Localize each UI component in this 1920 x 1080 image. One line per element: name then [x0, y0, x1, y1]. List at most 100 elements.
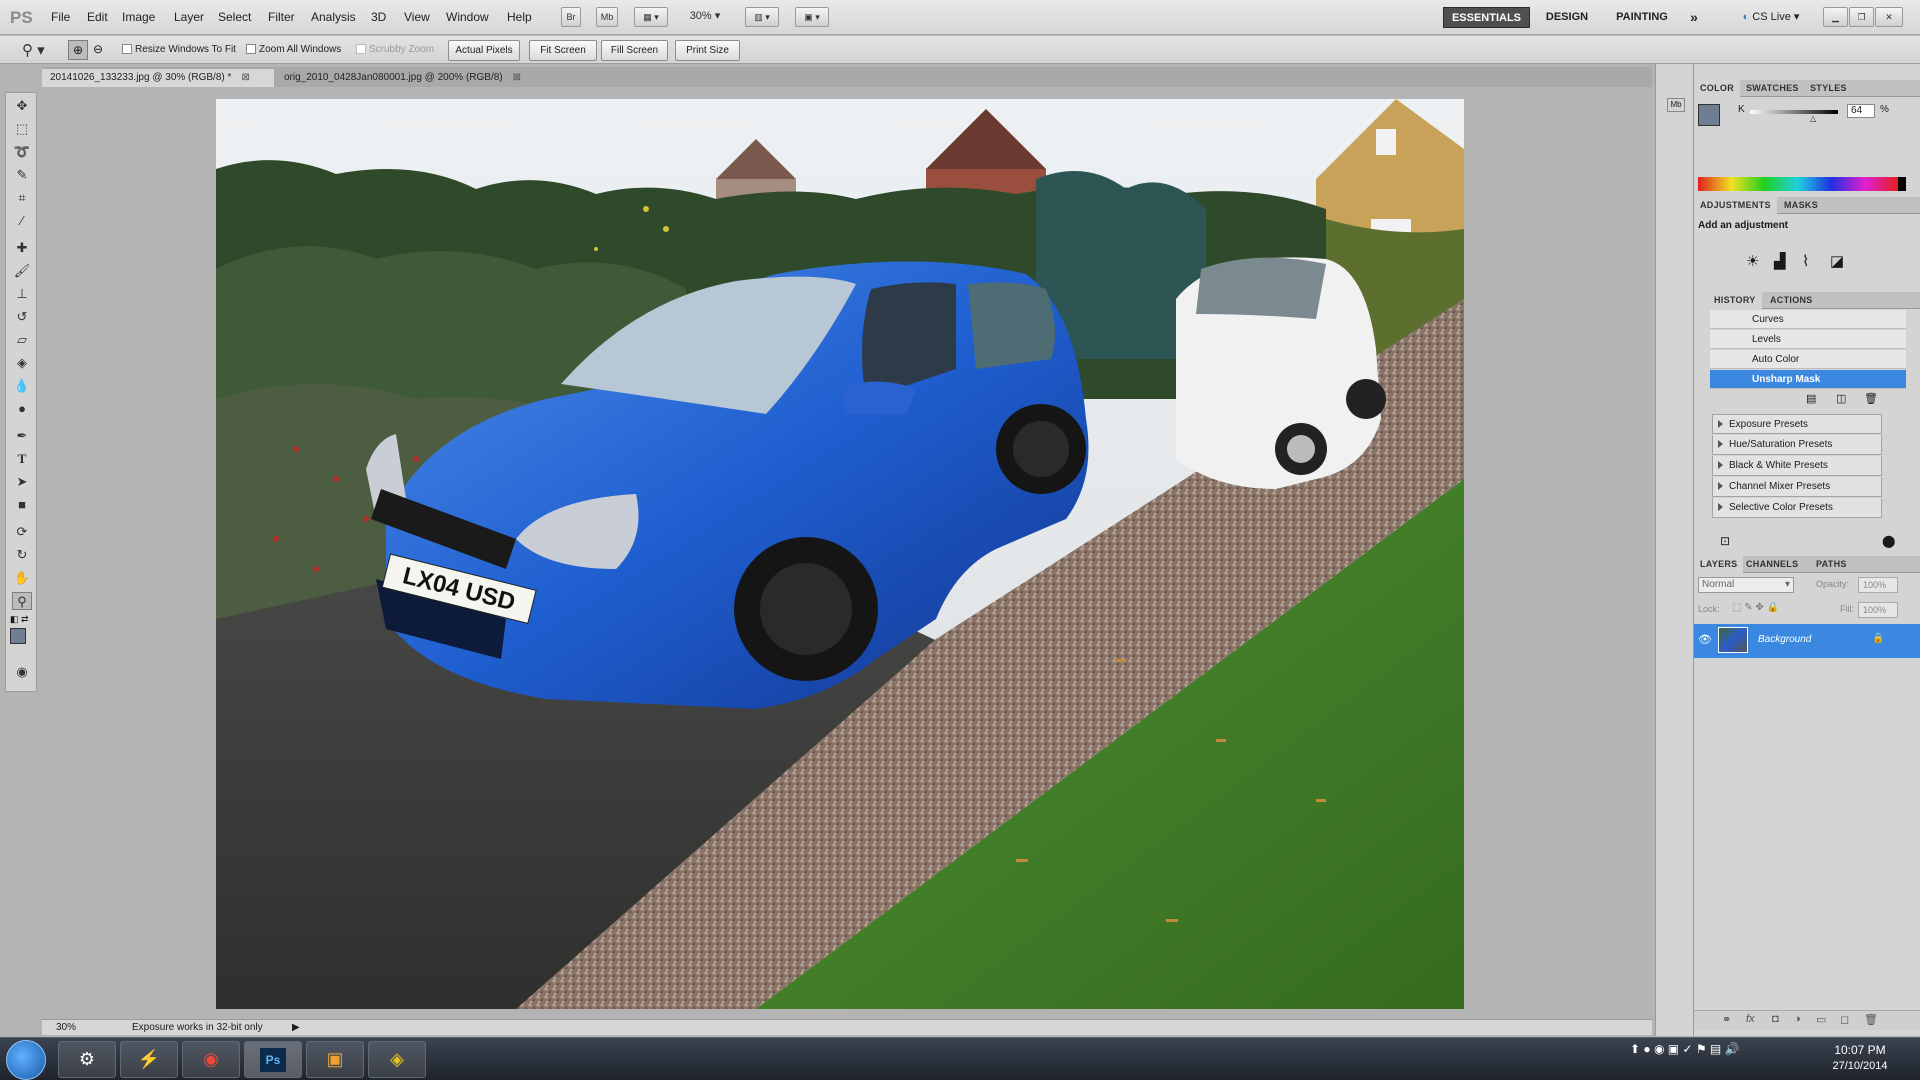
taskbar-media[interactable]: ◈: [368, 1041, 426, 1078]
quick-mask-icon[interactable]: ◉: [12, 663, 32, 681]
preset-black-white[interactable]: Black & White Presets: [1712, 456, 1882, 476]
fill-field[interactable]: 100%: [1858, 602, 1898, 618]
arrange-documents-button[interactable]: ▥ ▾: [745, 7, 779, 27]
pen-tool-icon[interactable]: ✒: [12, 427, 32, 445]
tab-color[interactable]: COLOR: [1694, 80, 1740, 97]
default-colors-icon[interactable]: ◧ ⇄: [10, 614, 29, 625]
workspace-design[interactable]: DESIGN: [1538, 7, 1596, 28]
taskbar-explorer[interactable]: ▣: [306, 1041, 364, 1078]
preset-exposure[interactable]: Exposure Presets: [1712, 414, 1882, 434]
crop-tool-icon[interactable]: ⌗: [12, 189, 32, 207]
close-tab-icon[interactable]: ⊠: [241, 72, 249, 83]
delete-state-icon[interactable]: 🗑: [1864, 392, 1878, 405]
new-snapshot-icon[interactable]: ◫: [1836, 392, 1846, 405]
menu-analysis[interactable]: Analysis: [311, 10, 356, 24]
blur-tool-icon[interactable]: 💧: [12, 377, 32, 395]
type-tool-icon[interactable]: T: [12, 450, 32, 468]
fit-screen-button[interactable]: Fit Screen: [529, 40, 597, 61]
preset-channel-mixer[interactable]: Channel Mixer Presets: [1712, 477, 1882, 497]
new-adjustment-layer-icon[interactable]: ◑: [1794, 1013, 1801, 1025]
lock-icons[interactable]: ⬚ ✎ ✥ 🔒: [1732, 602, 1779, 613]
color-fg-swatch[interactable]: [1698, 104, 1720, 126]
3d-rotate-tool-icon[interactable]: ⟳: [12, 523, 32, 541]
history-item[interactable]: Curves: [1710, 310, 1906, 329]
tab-channels[interactable]: CHANNELS: [1740, 556, 1804, 573]
preset-selective-color[interactable]: Selective Color Presets: [1712, 498, 1882, 518]
status-menu-arrow-icon[interactable]: ▶: [292, 1020, 300, 1035]
zoom-all-windows-checkbox[interactable]: Zoom All Windows: [246, 44, 341, 55]
eraser-tool-icon[interactable]: ▱: [12, 331, 32, 349]
delete-layer-icon[interactable]: 🗑: [1864, 1013, 1878, 1026]
document-canvas[interactable]: LX04 USD: [216, 99, 1464, 1009]
tab-adjustments[interactable]: ADJUSTMENTS: [1694, 197, 1777, 214]
zoom-tool-preset-icon[interactable]: ⚲ ▾: [22, 41, 45, 59]
new-document-from-state-icon[interactable]: ▤: [1806, 392, 1816, 405]
tab-layers[interactable]: LAYERS: [1694, 556, 1744, 573]
clone-stamp-tool-icon[interactable]: ⊥: [12, 285, 32, 303]
healing-brush-tool-icon[interactable]: ✚: [12, 239, 32, 257]
resize-windows-checkbox[interactable]: Resize Windows To Fit: [122, 44, 236, 55]
print-size-button[interactable]: Print Size: [675, 40, 740, 61]
paint-bucket-tool-icon[interactable]: ◈: [12, 354, 32, 372]
taskbar-photoshop[interactable]: Ps: [244, 1041, 302, 1078]
menu-help[interactable]: Help: [507, 10, 532, 24]
zoom-in-icon[interactable]: ⊕: [68, 40, 88, 60]
bridge-button[interactable]: Br: [561, 7, 581, 27]
lasso-tool-icon[interactable]: ➰: [12, 143, 32, 161]
status-zoom[interactable]: 30%: [56, 1020, 76, 1035]
zoom-tool-icon[interactable]: ⚲: [12, 592, 32, 610]
tab-history[interactable]: HISTORY: [1708, 292, 1762, 309]
blend-mode-select[interactable]: Normal ▾: [1698, 577, 1794, 593]
fill-screen-button[interactable]: Fill Screen: [601, 40, 668, 61]
brush-tool-icon[interactable]: 🖌: [12, 262, 32, 280]
adjustment-options-icon[interactable]: ⬤: [1882, 534, 1895, 548]
close-tab-icon[interactable]: ⊠: [513, 72, 521, 83]
layer-name[interactable]: Background: [1758, 634, 1811, 645]
actual-pixels-button[interactable]: Actual Pixels: [448, 40, 520, 61]
path-select-tool-icon[interactable]: ➤: [12, 473, 32, 491]
tab-masks[interactable]: MASKS: [1778, 197, 1824, 214]
layer-row-background[interactable]: 👁 Background 🔒: [1694, 624, 1920, 658]
new-group-icon[interactable]: ▭: [1816, 1013, 1826, 1026]
cs-live-button[interactable]: ◐ CS Live ▾: [1734, 7, 1808, 28]
start-button[interactable]: [6, 1040, 46, 1080]
new-layer-icon[interactable]: ◻: [1840, 1013, 1849, 1026]
levels-icon[interactable]: ▟: [1774, 252, 1786, 270]
foreground-color-swatch[interactable]: [10, 628, 26, 644]
taskbar-pinned-app[interactable]: ⚡: [120, 1041, 178, 1078]
color-channel-slider[interactable]: [1750, 110, 1838, 114]
menu-select[interactable]: Select: [218, 10, 251, 24]
taskbar-steam[interactable]: ⚙: [58, 1041, 116, 1078]
quick-select-tool-icon[interactable]: ✎: [12, 166, 32, 184]
taskbar-chrome[interactable]: ◉: [182, 1041, 240, 1078]
more-workspaces-button[interactable]: »: [1684, 7, 1704, 28]
history-item[interactable]: Auto Color: [1710, 350, 1906, 369]
screen-mode-button[interactable]: ▣ ▾: [795, 7, 829, 27]
exposure-icon[interactable]: ◪: [1830, 252, 1844, 270]
menu-edit[interactable]: Edit: [87, 10, 108, 24]
minimize-button[interactable]: ▁: [1823, 7, 1848, 27]
eyedropper-tool-icon[interactable]: ⁄: [12, 212, 32, 230]
document-tab-active[interactable]: 20141026_133233.jpg @ 30% (RGB/8) * ⊠: [42, 69, 274, 87]
clock-time[interactable]: 10:07 PM: [1820, 1043, 1900, 1057]
restore-button[interactable]: ❐: [1849, 7, 1874, 27]
zoom-out-icon[interactable]: ⊖: [88, 40, 108, 60]
tab-styles[interactable]: STYLES: [1804, 80, 1853, 97]
layer-style-icon[interactable]: fx: [1746, 1013, 1755, 1025]
menu-window[interactable]: Window: [446, 10, 489, 24]
scrubby-zoom-checkbox[interactable]: Scrubby Zoom: [356, 44, 434, 55]
3d-orbit-tool-icon[interactable]: ↻: [12, 546, 32, 564]
slider-thumb-icon[interactable]: △: [1810, 114, 1816, 123]
mini-bridge-button[interactable]: Mb: [596, 7, 618, 27]
workspace-essentials[interactable]: ESSENTIALS: [1443, 7, 1530, 28]
clock-date[interactable]: 27/10/2014: [1820, 1060, 1900, 1072]
dodge-tool-icon[interactable]: ●: [12, 400, 32, 418]
system-tray-icons[interactable]: ⬆ ● ◉ ▣ ✓ ⚑ ▤ 🔊: [1630, 1042, 1740, 1056]
mini-bridge-icon[interactable]: Mb: [1667, 98, 1685, 112]
color-spectrum-bar[interactable]: [1698, 177, 1898, 191]
preset-hue-saturation[interactable]: Hue/Saturation Presets: [1712, 435, 1882, 455]
brightness-contrast-icon[interactable]: ☀: [1746, 252, 1759, 270]
menu-filter[interactable]: Filter: [268, 10, 295, 24]
adjustment-view-icon[interactable]: ⊡: [1720, 534, 1730, 548]
spectrum-black[interactable]: [1898, 177, 1906, 191]
